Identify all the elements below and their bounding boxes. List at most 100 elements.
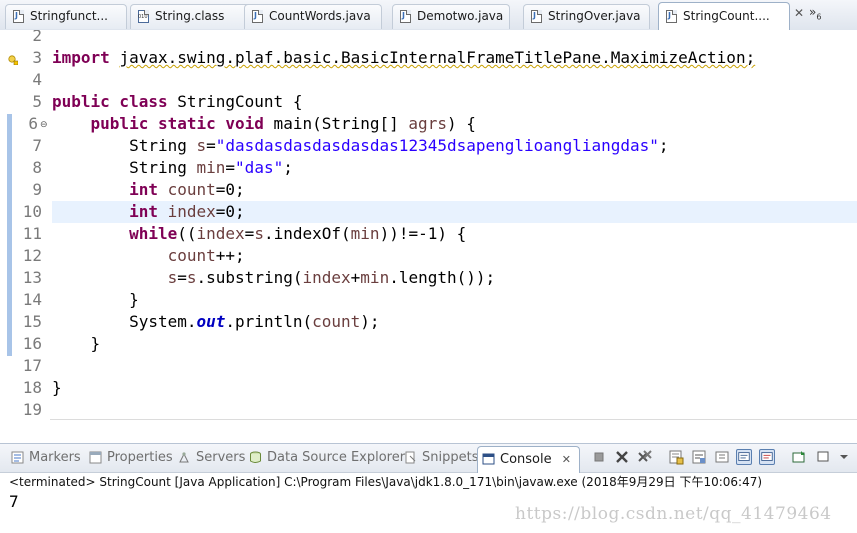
variable: s — [186, 268, 197, 287]
keyword: int — [129, 202, 158, 221]
servers-icon — [179, 452, 189, 463]
tab-string-class[interactable]: String.class — [130, 4, 251, 29]
variable: min — [196, 158, 226, 177]
code-text: = — [206, 136, 216, 155]
display-selected-console-icon[interactable] — [816, 449, 832, 465]
keyword: public static void — [90, 114, 264, 133]
code-line-10-current[interactable]: int index=0; — [52, 201, 857, 223]
java-file-icon — [400, 10, 411, 23]
code-text: = — [244, 224, 255, 243]
close-tab-icon[interactable]: ✕ — [794, 6, 804, 20]
variable: count — [167, 246, 216, 265]
tab-markers[interactable]: Markers — [9, 450, 81, 466]
code-line-18[interactable]: } — [52, 377, 857, 399]
java-file-icon — [13, 10, 24, 23]
tab-servers[interactable]: Servers — [176, 450, 245, 466]
remove-launch-icon[interactable] — [614, 449, 630, 465]
code-line-12[interactable]: count++; — [52, 245, 857, 267]
tab-label: Stringfunct... — [30, 9, 108, 23]
horizontal-scrollbar[interactable]: ◂ — [50, 419, 857, 420]
tab-overflow-button[interactable]: »6 — [809, 5, 821, 21]
tab-label: StringCount.... — [683, 9, 770, 23]
code-text: .length()); — [389, 268, 496, 287]
code-line-15[interactable]: System.out.println(count); — [52, 311, 857, 333]
code-text: =0; — [215, 180, 245, 199]
tab-label: CountWords.java — [269, 9, 371, 23]
line-number: 10 — [22, 202, 42, 221]
tab-label: Console — [500, 452, 552, 467]
scroll-lock-icon[interactable] — [668, 449, 684, 465]
code-text: .indexOf( — [263, 224, 351, 243]
java-file-icon — [666, 10, 677, 23]
tab-properties[interactable]: Properties — [87, 450, 173, 466]
code-text: System. — [129, 312, 197, 331]
class-file-icon — [138, 10, 149, 23]
keyword: int — [129, 180, 158, 199]
line-number: 13 — [22, 268, 42, 287]
code-line-8[interactable]: String min="das"; — [52, 157, 857, 179]
code-line-7[interactable]: String s="dasdasdasdasdasdas12345dsapeng… — [52, 135, 857, 157]
code-line-6[interactable]: public static void main(String[] agrs) { — [52, 113, 857, 135]
code-text: String — [129, 158, 197, 177]
line-number: 9 — [32, 180, 42, 199]
code-line-3[interactable]: import javax.swing.plaf.basic.BasicInter… — [52, 47, 857, 69]
tab-console[interactable]: Console ✕ — [477, 446, 580, 473]
fold-collapse-icon[interactable]: ⊖ — [40, 120, 48, 130]
console-icon — [482, 453, 495, 465]
show-console-stderr-icon[interactable] — [759, 449, 775, 465]
overflow-count: 6 — [816, 12, 822, 22]
line-number: 19 — [22, 400, 42, 419]
code-text: (( — [177, 224, 197, 243]
line-number: 17 — [22, 356, 42, 375]
remove-all-terminated-icon[interactable] — [637, 449, 653, 465]
line-number: 5 — [32, 92, 42, 111]
tab-demotwo[interactable]: Demotwo.java — [392, 4, 510, 29]
line-number: 16 — [22, 334, 42, 353]
terminate-icon[interactable] — [591, 449, 607, 465]
code-line-16[interactable]: } — [52, 333, 857, 355]
variable: s — [196, 136, 207, 155]
code-line-13[interactable]: s=s.substring(index+min.length()); — [52, 267, 857, 289]
variable: min — [350, 224, 380, 243]
code-editor[interactable]: ⊖ 2 3 4 5 6 7 8 9 10 11 12 13 14 15 16 1… — [0, 30, 857, 420]
line-number: 6 — [28, 114, 38, 133]
code-text: ++; — [215, 246, 245, 265]
properties-icon — [89, 451, 102, 464]
word-wrap-icon[interactable] — [691, 449, 707, 465]
line-number: 14 — [22, 290, 42, 309]
java-file-icon — [531, 10, 542, 23]
tab-stringfunct[interactable]: Stringfunct... — [5, 4, 127, 29]
code-line-14[interactable]: } — [52, 289, 857, 311]
line-number: 8 — [32, 158, 42, 177]
change-indicator — [7, 114, 12, 356]
code-line-5[interactable]: public class StringCount { — [52, 91, 857, 113]
tab-label: String.class — [155, 9, 225, 23]
variable: s — [254, 224, 264, 243]
keyword: while — [129, 224, 178, 243]
static-field: out — [196, 312, 226, 331]
tab-label: Snippets — [422, 450, 479, 465]
code-text: StringCount { — [167, 92, 303, 111]
tab-countwords[interactable]: CountWords.java — [244, 4, 382, 29]
tab-stringover[interactable]: StringOver.java — [523, 4, 650, 29]
show-console-stdout-icon[interactable] — [736, 449, 752, 465]
code-line-11[interactable]: while((index=s.indexOf(min))!=-1) { — [52, 223, 857, 245]
variable: index — [196, 224, 245, 243]
code-text: ; — [283, 158, 293, 177]
tab-snippets[interactable]: Snippets — [402, 450, 478, 466]
variable: s — [167, 268, 178, 287]
close-console-icon[interactable]: ✕ — [562, 453, 571, 466]
java-file-icon — [252, 10, 263, 23]
chevron-down-icon[interactable] — [836, 449, 852, 465]
line-number: 18 — [22, 378, 42, 397]
editor-tab-bar: Stringfunct... String.class CountWords.j… — [0, 0, 857, 31]
console-output[interactable]: 7 — [9, 492, 19, 511]
tab-data-source-explorer[interactable]: Data Source Explorer — [247, 450, 405, 466]
code-text: ) { — [446, 114, 476, 133]
open-console-icon[interactable] — [791, 449, 807, 465]
markers-icon — [11, 451, 24, 464]
tab-stringcount[interactable]: StringCount.... — [658, 2, 790, 30]
code-line-9[interactable]: int count=0; — [52, 179, 857, 201]
pin-console-icon[interactable] — [714, 449, 730, 465]
code-text: ; — [658, 136, 669, 155]
